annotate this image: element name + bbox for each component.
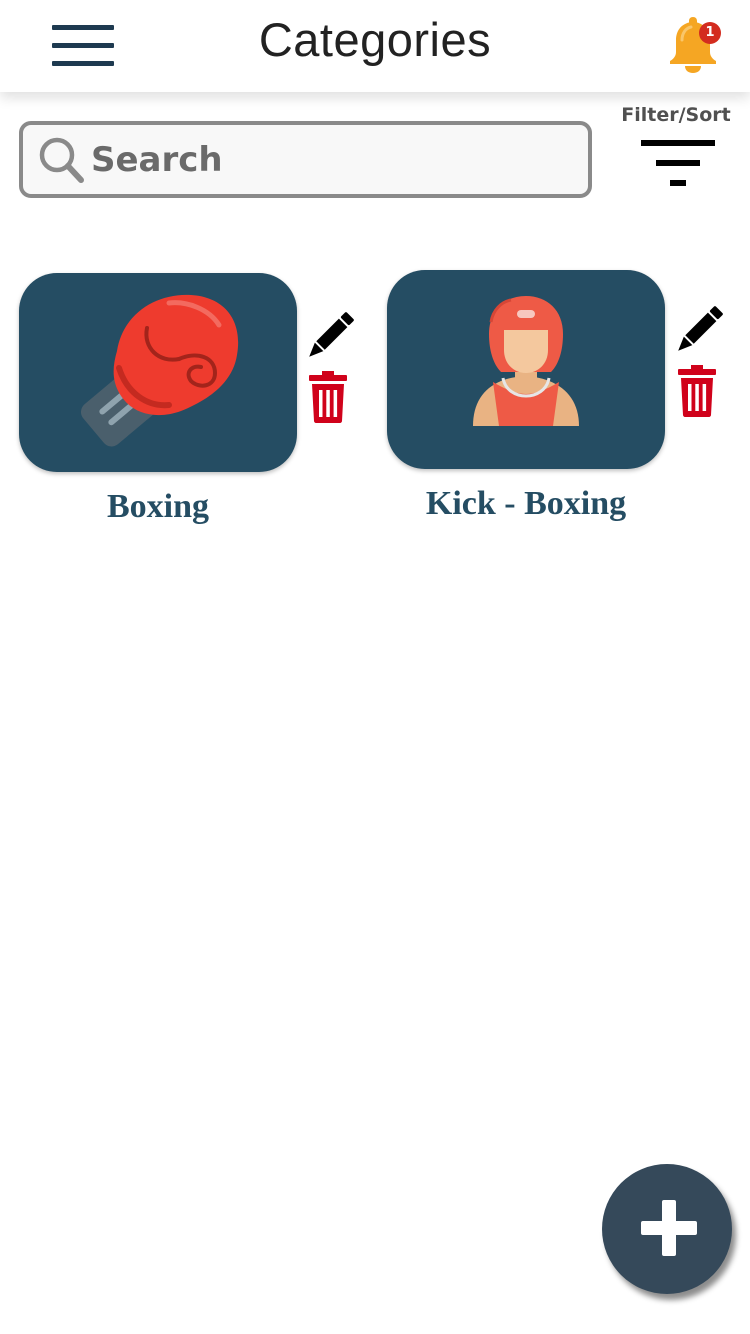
filter-sort-label[interactable]: Filter/Sort	[610, 104, 742, 126]
add-category-button[interactable]	[602, 1164, 732, 1294]
boxing-glove-icon	[80, 294, 239, 447]
category-image[interactable]	[19, 273, 297, 472]
page-title: Categories	[258, 13, 492, 66]
category-image[interactable]	[387, 270, 665, 469]
kickboxer-icon	[473, 296, 579, 426]
delete-icon[interactable]	[308, 371, 348, 423]
category-name: Kick - Boxing	[425, 485, 627, 522]
search-icon	[39, 137, 84, 183]
plus-icon	[641, 1200, 697, 1256]
app-header: Categories 1	[0, 0, 750, 92]
edit-icon[interactable]	[303, 311, 355, 363]
filter-sort-icon[interactable]	[641, 140, 715, 188]
delete-icon[interactable]	[677, 365, 717, 417]
notification-badge: 1	[699, 22, 721, 44]
categories-screen: Categories 1 Filter/Sort	[0, 0, 750, 1334]
edit-icon[interactable]	[672, 305, 724, 357]
category-card[interactable]: Boxing	[19, 273, 359, 553]
search-bar[interactable]	[19, 121, 592, 198]
category-card[interactable]: Kick - Boxing	[387, 270, 727, 550]
search-input[interactable]	[91, 133, 571, 187]
category-name: Boxing	[106, 488, 210, 525]
